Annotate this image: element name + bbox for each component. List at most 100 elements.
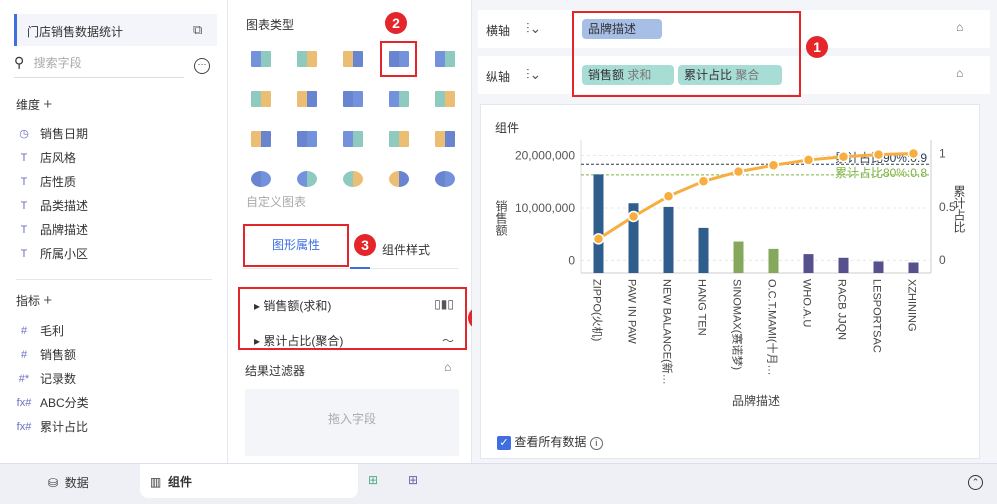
result-filter-label: 结果过滤器 (245, 364, 306, 378)
y-tick-label: 0 (568, 253, 575, 267)
x-filter-icon[interactable]: ⌂ (956, 20, 963, 34)
info-icon[interactable]: i (589, 437, 603, 450)
property-cumulative[interactable]: ▸ 累计占比(聚合) 〜 (254, 332, 454, 349)
chart-type-icon[interactable] (294, 168, 320, 190)
line-chart-icon: 〜 (441, 334, 454, 348)
y-filter-icon[interactable]: ⌂ (956, 66, 963, 80)
chart-tab-icon: ▥ (150, 475, 162, 489)
text-icon: T (20, 176, 28, 188)
tab-component-style[interactable]: 组件样式 (382, 241, 430, 258)
bar (768, 248, 779, 273)
formula-icon: fx# (16, 397, 32, 409)
line-point (592, 233, 605, 245)
more-icon[interactable]: ··· (194, 58, 210, 74)
chart-type-icon[interactable] (432, 128, 458, 150)
bar-chart-icon: ▯▮▯ (434, 297, 454, 311)
line-point (767, 159, 780, 172)
add-dashboard-icon[interactable]: ⊞ (408, 473, 418, 487)
count-icon: #* (18, 373, 30, 385)
add-measure-icon[interactable]: + (43, 292, 52, 309)
filter-icon[interactable]: ⌂ (444, 360, 451, 374)
x-tick-label: LESPORTSAC (871, 279, 883, 353)
chart-type-icon[interactable] (248, 88, 274, 110)
chart-type-icon[interactable] (340, 48, 366, 70)
show-all-data-checkbox[interactable]: ✓ 查看所有数据 i (497, 433, 603, 450)
line-point (837, 150, 850, 163)
chart-type-icon[interactable] (340, 128, 366, 150)
number-icon: # (20, 325, 28, 337)
chart-type-icon[interactable] (432, 48, 458, 70)
x-axis-type-icon[interactable]: ⫶⌄ (526, 20, 541, 37)
chart-config-panel: 图表类型 2 自定义图表 图形属性 3 组件样式 ▸ 销售额(求和) ▯▮▯ ▸ … (230, 0, 490, 463)
search-icon: ⚲ (14, 54, 25, 70)
dimension-item[interactable]: T 品牌描述 (0, 218, 220, 242)
line-point (872, 148, 885, 161)
tab-data[interactable]: ⛁ 数据 (48, 474, 89, 491)
tab-graphic-properties[interactable]: 图形属性 (243, 224, 349, 267)
y-tick-label: 10,000,000 (515, 201, 575, 215)
dimensions-header: 维度 + (16, 96, 53, 113)
chart-type-icon[interactable] (248, 128, 274, 150)
bar (838, 257, 849, 273)
measure-item[interactable]: fx# ABC分类 (0, 391, 220, 415)
x-tick-label: WHO.A.U (801, 279, 813, 327)
text-icon: T (20, 248, 28, 260)
text-icon: T (20, 200, 28, 212)
y-axis-type-icon[interactable]: ⫶⌄ (526, 66, 541, 83)
chart-type-icon[interactable] (340, 88, 366, 110)
filter-drop-zone[interactable]: 拖入字段 (245, 389, 459, 456)
dimension-item[interactable]: T 店风格 (0, 146, 220, 170)
collapse-icon[interactable]: ⌃ (968, 475, 983, 490)
custom-chart-link[interactable]: 自定义图表 (246, 193, 306, 210)
line-point (802, 154, 815, 166)
chart-type-icon[interactable] (294, 88, 320, 110)
highlight-box-1 (572, 11, 801, 97)
bar (908, 262, 919, 273)
bar (663, 206, 674, 273)
property-sales[interactable]: ▸ 销售额(求和) ▯▮▯ (254, 297, 454, 314)
line-point (662, 190, 675, 202)
chart-type-icon[interactable] (432, 168, 458, 190)
formula-icon: fx# (16, 421, 32, 433)
chart-type-icon[interactable] (386, 88, 412, 110)
bar (593, 174, 604, 273)
dimension-item[interactable]: ◷ 销售日期 (0, 122, 220, 146)
measure-item[interactable]: fx# 累计占比 (0, 415, 220, 439)
annotation-badge-1: 1 (806, 36, 828, 58)
x-tick-label: PAW IN PAW (626, 279, 638, 344)
bar (803, 254, 814, 273)
measure-item[interactable]: #* 记录数 (0, 367, 220, 391)
checkbox-icon[interactable]: ✓ (497, 436, 511, 450)
chart-type-icon[interactable] (294, 48, 320, 70)
measure-item[interactable]: # 销售额 (0, 343, 220, 367)
line-point (732, 165, 745, 178)
add-dimension-icon[interactable]: + (43, 96, 52, 113)
reference-label: 累计占比80%:0.8 (835, 165, 927, 180)
line-point (627, 210, 640, 223)
x-tick-label: ZIPPO(火机) (591, 279, 605, 341)
bar (873, 261, 884, 273)
y2-tick-label: 0 (939, 253, 946, 267)
chart-type-icon[interactable] (340, 168, 366, 190)
measure-item[interactable]: # 毛利 (0, 319, 220, 343)
chart-type-icon[interactable] (248, 48, 274, 70)
chart-type-icon[interactable] (248, 168, 274, 190)
chart-type-icon[interactable] (386, 168, 412, 190)
text-icon: T (20, 152, 28, 164)
divider (16, 279, 212, 280)
search-input[interactable]: ⚲ 搜索字段 (14, 54, 184, 78)
dimension-item[interactable]: T 品类描述 (0, 194, 220, 218)
dimension-item[interactable]: T 所属小区 (0, 242, 220, 266)
chart-type-icon[interactable] (386, 128, 412, 150)
switch-dataset-icon[interactable]: ⧉ (193, 22, 202, 38)
dataset-title[interactable]: 门店销售数据统计 (14, 14, 217, 46)
number-icon: # (20, 349, 28, 361)
dimension-item[interactable]: T 店性质 (0, 170, 220, 194)
add-chart-icon[interactable]: ⊞ (368, 473, 378, 487)
tab-component[interactable]: ▥ 组件 (140, 464, 358, 498)
chart-type-icon[interactable] (432, 88, 458, 110)
measures-header: 指标 + (16, 292, 53, 309)
bar (698, 227, 709, 273)
highlight-box-2 (380, 41, 417, 77)
chart-type-icon[interactable] (294, 128, 320, 150)
